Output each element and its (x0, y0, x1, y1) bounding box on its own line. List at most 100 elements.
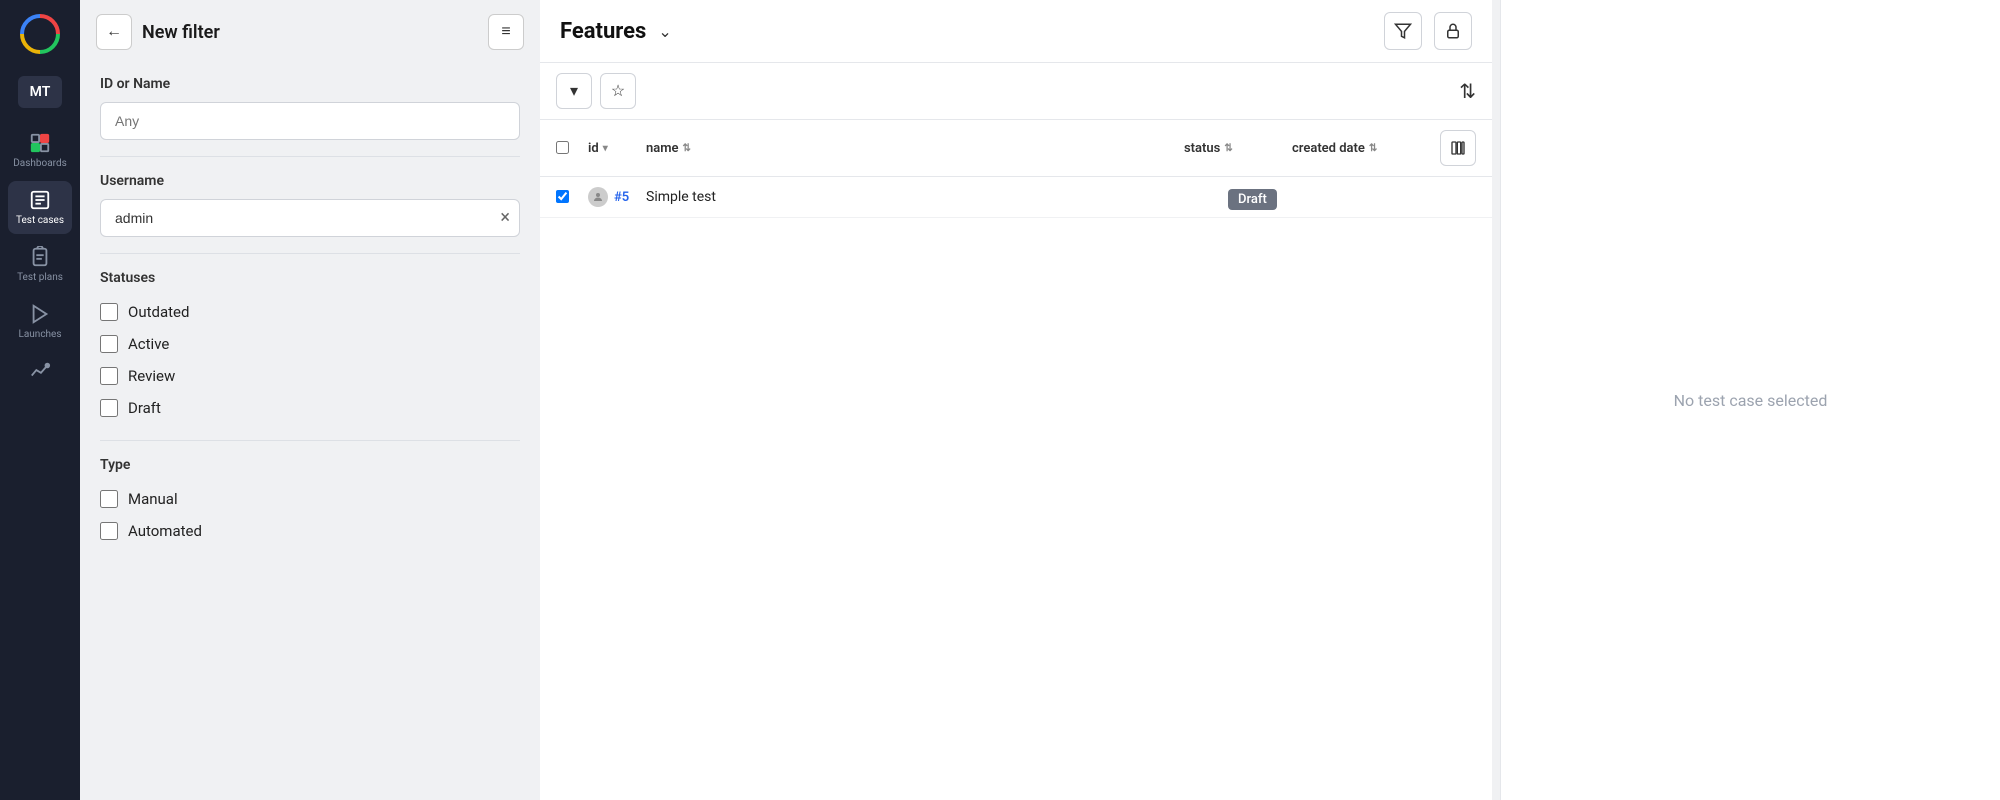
row-checkbox[interactable] (556, 188, 580, 207)
filter-status-active-label: Active (128, 335, 169, 353)
filter-statuses-section: Statuses Outdated Active Review Draft (80, 258, 540, 436)
th-name-label: name (646, 141, 679, 156)
filter-type-section: Type Manual Automated (80, 445, 540, 559)
right-panel: No test case selected (1500, 0, 2000, 800)
name-sort-arrows: ⇅ (683, 143, 691, 154)
filter-type-manual-checkbox[interactable] (100, 490, 118, 508)
th-actions (1440, 130, 1476, 166)
filter-title: New filter (142, 22, 478, 43)
divider-3 (100, 440, 520, 441)
table-toolbar: ▾ ☆ ⇅ (540, 63, 1492, 120)
filter-statuses-label: Statuses (100, 270, 520, 286)
filter-username-input[interactable] (100, 199, 520, 237)
chevron-down-icon: ▾ (570, 81, 578, 101)
th-status[interactable]: status ⇅ (1184, 141, 1284, 156)
star-button[interactable]: ☆ (600, 73, 636, 109)
divider-1 (100, 156, 520, 157)
th-id-label: id (588, 141, 599, 156)
id-sort-arrows: ▾ (603, 143, 608, 154)
filter-toggle-button[interactable] (1384, 12, 1422, 50)
filter-status-draft-checkbox[interactable] (100, 399, 118, 417)
sidebar-item-launches-label: Launches (18, 329, 61, 340)
filter-back-button[interactable]: ← (96, 14, 132, 50)
filter-status-review-checkbox[interactable] (100, 367, 118, 385)
chart-icon (29, 360, 51, 382)
nav-sidebar: MT Dashboards Test cases Test plans (0, 0, 80, 800)
table-row[interactable]: #5 Simple test Draft (540, 177, 1492, 218)
filter-status-active-checkbox[interactable] (100, 335, 118, 353)
list-icon (29, 189, 51, 211)
filter-status-draft-label: Draft (128, 399, 161, 417)
filter-status-active[interactable]: Active (100, 328, 520, 360)
status-sort-arrows: ⇅ (1224, 143, 1232, 154)
sidebar-item-test-plans[interactable]: Test plans (8, 238, 72, 291)
panel-resizer[interactable] (1492, 0, 1500, 800)
filter-header: ← New filter ≡ (80, 0, 540, 64)
filter-status-review-label: Review (128, 367, 175, 385)
filter-type-manual[interactable]: Manual (100, 483, 520, 515)
filter-type-automated-checkbox[interactable] (100, 522, 118, 540)
clipboard-icon (29, 246, 51, 268)
features-title: Features (560, 19, 646, 44)
filter-id-or-name-section: ID or Name (80, 64, 540, 152)
filter-username-wrapper: × (100, 199, 520, 237)
sort-icon[interactable]: ⇅ (1459, 79, 1476, 103)
sidebar-item-test-cases[interactable]: Test cases (8, 181, 72, 234)
th-created-date[interactable]: created date ⇅ (1292, 141, 1432, 156)
sidebar-item-dashboards[interactable]: Dashboards (8, 124, 72, 177)
columns-icon (1450, 140, 1466, 156)
th-id[interactable]: id ▾ (588, 141, 638, 156)
filter-status-outdated-checkbox[interactable] (100, 303, 118, 321)
filter-icon (1394, 22, 1412, 40)
table-area: ▾ ☆ ⇅ id ▾ name ⇅ status ⇅ (540, 63, 1492, 800)
sidebar-item-test-cases-label: Test cases (16, 215, 64, 226)
columns-settings-button[interactable] (1440, 130, 1476, 166)
row-id: #5 (588, 187, 638, 207)
filter-type-automated[interactable]: Automated (100, 515, 520, 547)
filter-username-clear-button[interactable]: × (500, 209, 510, 227)
filter-status-review[interactable]: Review (100, 360, 520, 392)
user-avatar-icon (588, 187, 608, 207)
filter-type-label: Type (100, 457, 520, 473)
lock-icon (1444, 22, 1462, 40)
status-badge: Draft (1228, 189, 1277, 210)
app-logo (18, 12, 62, 72)
features-dropdown-icon[interactable]: ⌄ (658, 22, 671, 41)
filter-menu-button[interactable]: ≡ (488, 14, 524, 50)
features-header: Features ⌄ (540, 0, 1492, 63)
row-id-number: #5 (614, 190, 629, 205)
filter-status-draft[interactable]: Draft (100, 392, 520, 424)
filter-status-outdated-label: Outdated (128, 303, 189, 321)
sidebar-item-analytics[interactable] (8, 352, 72, 390)
row-name: Simple test (646, 189, 1220, 205)
grid-icon (29, 132, 51, 154)
filter-type-manual-label: Manual (128, 490, 178, 508)
star-icon: ☆ (611, 81, 625, 101)
select-all-checkbox[interactable] (556, 141, 569, 154)
expand-button[interactable]: ▾ (556, 73, 592, 109)
sidebar-item-dashboards-label: Dashboards (13, 158, 67, 169)
row-status: Draft (1228, 188, 1328, 207)
filter-id-or-name-input[interactable] (100, 102, 520, 140)
th-name[interactable]: name ⇅ (646, 141, 1176, 156)
main-content: Features ⌄ ▾ ☆ ⇅ (540, 0, 1492, 800)
divider-2 (100, 253, 520, 254)
th-select-all (556, 139, 580, 158)
filter-status-outdated[interactable]: Outdated (100, 296, 520, 328)
created-sort-arrows: ⇅ (1369, 143, 1377, 154)
user-badge: MT (18, 76, 63, 108)
filter-panel: ← New filter ≡ ID or Name Username × Sta… (80, 0, 540, 800)
play-icon (29, 303, 51, 325)
lock-button[interactable] (1434, 12, 1472, 50)
filter-id-or-name-label: ID or Name (100, 76, 520, 92)
filter-username-section: Username × (80, 161, 540, 249)
th-created-date-label: created date (1292, 141, 1365, 156)
no-selection-message: No test case selected (1674, 391, 1828, 410)
table-header: id ▾ name ⇅ status ⇅ created date ⇅ (540, 120, 1492, 177)
row-select-checkbox[interactable] (556, 190, 569, 203)
sidebar-item-test-plans-label: Test plans (17, 272, 63, 283)
filter-type-automated-label: Automated (128, 522, 202, 540)
th-status-label: status (1184, 141, 1220, 156)
sidebar-item-launches[interactable]: Launches (8, 295, 72, 348)
filter-username-label: Username (100, 173, 520, 189)
